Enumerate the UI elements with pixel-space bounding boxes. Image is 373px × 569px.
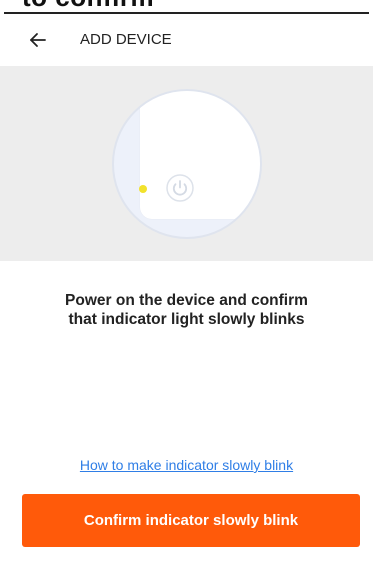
page-title: ADD DEVICE xyxy=(80,31,172,48)
device-illustration xyxy=(0,66,373,261)
device-panel xyxy=(140,91,260,219)
app-header: ADD DEVICE xyxy=(0,14,373,66)
add-device-screen: to confirm ADD DEVICE Power on the devic xyxy=(0,0,373,569)
arrow-left-icon[interactable] xyxy=(24,26,52,54)
instruction-text: Power on the device and confirm that ind… xyxy=(0,291,373,329)
power-icon xyxy=(165,173,195,203)
help-link[interactable]: How to make indicator slowly blink xyxy=(0,457,373,473)
back-arrow-graphic xyxy=(30,33,46,47)
device-circle xyxy=(112,89,262,239)
instruction-line-1: Power on the device and confirm xyxy=(65,292,308,309)
instruction-line-2: that indicator light slowly blinks xyxy=(68,311,305,328)
confirm-button[interactable]: Confirm indicator slowly blink xyxy=(22,494,360,547)
power-icon-graphic xyxy=(166,174,194,202)
indicator-light xyxy=(139,185,147,193)
